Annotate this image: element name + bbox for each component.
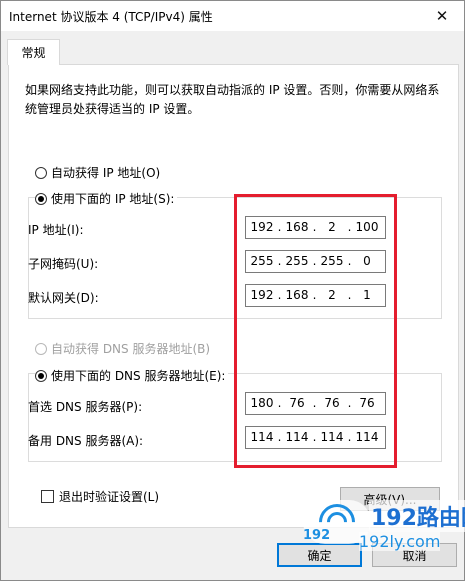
radio-manual-dns-label: 使用下面的 DNS 服务器地址(E):	[51, 369, 226, 383]
preferred-dns-input[interactable]: 180. 76. 76. 76	[245, 392, 386, 415]
alternate-dns-octet-1: 114	[250, 430, 274, 444]
radio-auto-ip-label: 自动获得 IP 地址(O)	[51, 166, 161, 180]
description-text: 如果网络支持此功能，则可以获取自动指派的 IP 设置。否则，你需要从网络系统管理…	[25, 83, 440, 116]
close-icon: ✕	[435, 7, 449, 25]
radio-auto-dns-label: 自动获得 DNS 服务器地址(B)	[51, 342, 211, 356]
cancel-button[interactable]: 取消	[372, 543, 457, 567]
preferred-dns-octet-2: 76	[289, 396, 305, 410]
radio-auto-dns[interactable]: 自动获得 DNS 服务器地址(B)	[35, 340, 210, 357]
alternate-dns-octet-4: 114	[355, 430, 379, 444]
ip-address-input[interactable]: 192. 168. 2. 100	[245, 216, 386, 239]
alternate-dns-input[interactable]: 114. 114. 114. 114	[245, 426, 386, 449]
validate-settings-checkbox[interactable]: 退出时验证设置(L)	[41, 488, 159, 505]
ip-address-octet-2: 168	[285, 220, 309, 234]
ok-button-label: 确定	[307, 548, 332, 563]
default-gateway-input[interactable]: 192. 168. 2. 1	[245, 284, 386, 307]
ip-address-octet-4: 100	[355, 220, 379, 234]
preferred-dns-octet-4: 76	[359, 396, 375, 410]
default-gateway-label: 默认网关(D):	[28, 291, 99, 305]
alternate-dns-octet-3: 114	[320, 430, 344, 444]
tab-general[interactable]: 常规	[7, 39, 60, 65]
alternate-dns-label: 备用 DNS 服务器(A):	[28, 434, 144, 448]
tab-general-label: 常规	[21, 46, 46, 60]
radio-manual-ip-indicator	[35, 192, 47, 205]
dialog-window: Internet 协议版本 4 (TCP/IPv4) 属性 ✕ 常规 如果网络支…	[0, 0, 465, 581]
subnet-mask-octet-2: 255	[285, 254, 309, 268]
default-gateway-octet-1: 192	[250, 288, 274, 302]
preferred-dns-octet-1: 180	[250, 396, 274, 410]
radio-manual-dns[interactable]: 使用下面的 DNS 服务器地址(E):	[35, 367, 229, 384]
window-title: Internet 协议版本 4 (TCP/IPv4) 属性	[9, 10, 213, 24]
preferred-dns-octet-3: 76	[324, 396, 340, 410]
default-gateway-octet-2: 168	[285, 288, 309, 302]
subnet-mask-octet-1: 255	[250, 254, 274, 268]
radio-manual-ip[interactable]: 使用下面的 IP 地址(S):	[35, 190, 178, 207]
ip-address-octet-3: 2	[328, 220, 336, 234]
ok-button[interactable]: 确定	[277, 543, 362, 567]
ip-address-label: IP 地址(I):	[28, 223, 84, 237]
close-button[interactable]: ✕	[420, 1, 464, 31]
subnet-mask-octet-3: 255	[320, 254, 344, 268]
watermark-prefix: 192	[303, 528, 331, 543]
radio-auto-ip[interactable]: 自动获得 IP 地址(O)	[35, 164, 160, 181]
subnet-mask-label: 子网掩码(U):	[28, 257, 99, 271]
default-gateway-octet-3: 2	[328, 288, 336, 302]
cancel-button-label: 取消	[402, 548, 427, 563]
validate-settings-label: 退出时验证设置(L)	[59, 490, 160, 504]
advanced-button[interactable]: 高级(V)...	[340, 487, 440, 511]
advanced-button-label: 高级(V)...	[363, 492, 417, 507]
title-bar: Internet 协议版本 4 (TCP/IPv4) 属性 ✕	[1, 1, 464, 31]
radio-auto-dns-indicator	[35, 342, 47, 355]
subnet-mask-octet-4: 0	[363, 254, 371, 268]
radio-manual-ip-label: 使用下面的 IP 地址(S):	[51, 192, 175, 206]
radio-auto-ip-indicator	[35, 166, 47, 179]
radio-manual-dns-indicator	[35, 369, 47, 382]
ip-address-octet-1: 192	[250, 220, 274, 234]
alternate-dns-octet-2: 114	[285, 430, 309, 444]
subnet-mask-input[interactable]: 255. 255. 255. 0	[245, 250, 386, 273]
preferred-dns-label: 首选 DNS 服务器(P):	[28, 400, 143, 414]
default-gateway-octet-4: 1	[363, 288, 371, 302]
validate-settings-checkbox-box	[41, 490, 54, 503]
